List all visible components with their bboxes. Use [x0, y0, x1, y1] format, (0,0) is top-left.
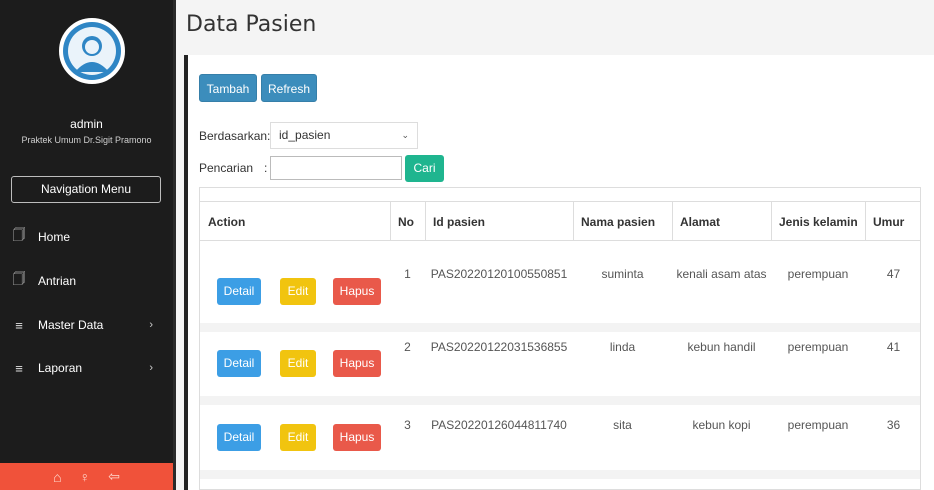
column-divider	[425, 201, 426, 241]
cell-nama-pasien: linda	[609, 340, 636, 354]
detail-button[interactable]: Detail	[217, 350, 261, 377]
edit-button[interactable]: Edit	[280, 350, 316, 377]
list-icon: ≡	[15, 360, 23, 376]
cell-no: 3	[404, 418, 411, 432]
sidebar-item-antrian[interactable]: 🗍 Antrian	[0, 266, 173, 296]
sidebar: admin Praktek Umum Dr.Sigit Pramono Navi…	[0, 0, 173, 490]
search-input[interactable]	[270, 156, 402, 180]
sidebar-username: admin	[70, 117, 103, 131]
column-divider	[672, 201, 673, 241]
filter-by-select[interactable]: id_pasien ⌄	[270, 122, 418, 149]
user-avatar-icon	[63, 22, 121, 80]
header-alamat: Alamat	[672, 201, 771, 241]
cell-no: 1	[404, 267, 411, 281]
logout-icon[interactable]: ⇦	[108, 468, 120, 485]
sidebar-divider	[173, 0, 176, 490]
delete-button[interactable]: Hapus	[333, 278, 381, 305]
search-colon: :	[264, 161, 268, 175]
cell-umur: 41	[886, 340, 901, 354]
refresh-button[interactable]: Refresh	[261, 74, 317, 102]
sidebar-item-label: Laporan	[38, 361, 83, 375]
sidebar-item-label: Antrian	[38, 274, 77, 288]
cell-jenis-kelamin: perempuan	[787, 340, 849, 354]
sidebar-item-label: Home	[38, 230, 71, 244]
cell-umur: 36	[886, 418, 901, 432]
add-button[interactable]: Tambah	[199, 74, 257, 102]
cell-nama-pasien: suminta	[601, 267, 644, 281]
sidebar-item-home[interactable]: 🗍 Home	[0, 222, 173, 252]
sidebar-footer: ⌂ ♀ ⇦	[0, 463, 173, 490]
cell-alamat: kebun kopi	[692, 418, 751, 432]
detail-button[interactable]: Detail	[217, 424, 261, 451]
list-icon: ≡	[15, 317, 23, 333]
delete-button[interactable]: Hapus	[333, 424, 381, 451]
row-separator	[200, 470, 920, 479]
sidebar-item-laporan[interactable]: ≡ Laporan ›	[0, 353, 173, 383]
header-nama-pasien: Nama pasien	[573, 201, 672, 241]
column-divider	[865, 201, 866, 241]
header-action: Action	[200, 201, 390, 241]
edit-button[interactable]: Edit	[280, 278, 316, 305]
header-id-pasien: Id pasien	[425, 201, 573, 241]
user-avatar	[59, 18, 125, 84]
cell-id-pasien: PAS20220126044811740	[431, 418, 567, 432]
file-icon: 🗍	[12, 271, 26, 286]
cell-nama-pasien: sita	[613, 418, 632, 432]
cell-no: 2	[404, 340, 411, 354]
sidebar-item-master-data[interactable]: ≡ Master Data ›	[0, 310, 173, 340]
search-button[interactable]: Cari	[405, 155, 444, 182]
cell-alamat: kebun handil	[687, 340, 756, 354]
chevron-down-icon: ⌄	[401, 130, 409, 140]
column-divider	[771, 201, 772, 241]
filter-by-label: Berdasarkan:	[199, 129, 271, 143]
header-jenis-kelamin: Jenis kelamin	[771, 201, 865, 241]
detail-button[interactable]: Detail	[217, 278, 261, 305]
cell-alamat: kenali asam atas	[676, 267, 767, 281]
page-title: Data Pasien	[186, 12, 317, 37]
user-icon[interactable]: ♀	[80, 469, 91, 485]
home-icon[interactable]: ⌂	[53, 469, 61, 485]
row-separator	[200, 396, 920, 405]
file-icon: 🗍	[12, 227, 26, 242]
header-no: No	[390, 201, 425, 241]
cell-jenis-kelamin: perempuan	[787, 418, 849, 432]
navigation-menu-button[interactable]: Navigation Menu	[11, 176, 161, 203]
sidebar-clinic-name: Praktek Umum Dr.Sigit Pramono	[21, 135, 152, 145]
cell-umur: 47	[886, 267, 901, 281]
chevron-right-icon: ›	[149, 319, 153, 331]
column-divider	[390, 201, 391, 241]
cell-id-pasien: PAS20220120100550851	[430, 267, 568, 281]
cell-jenis-kelamin: perempuan	[787, 267, 849, 281]
cell-id-pasien: PAS20220122031536855	[430, 340, 568, 354]
header-umur: Umur	[865, 201, 920, 241]
row-separator	[200, 323, 920, 332]
chevron-right-icon: ›	[149, 362, 153, 374]
delete-button[interactable]: Hapus	[333, 350, 381, 377]
patients-table: Action No Id pasien Nama pasien Alamat J…	[199, 187, 921, 490]
edit-button[interactable]: Edit	[280, 424, 316, 451]
search-label: Pencarian	[199, 161, 254, 175]
filter-by-value: id_pasien	[279, 128, 331, 142]
sidebar-item-label: Master Data	[38, 318, 104, 332]
column-divider	[573, 201, 574, 241]
